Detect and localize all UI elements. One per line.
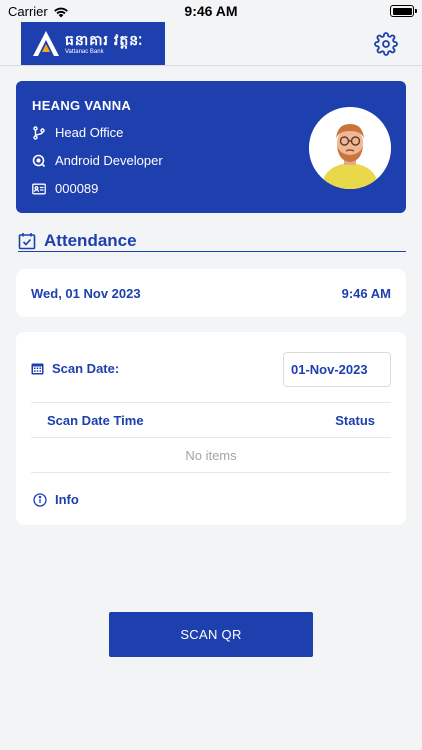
current-time: 9:46 AM [341,286,391,301]
calendar-check-icon [18,232,36,249]
empty-state-text: No items [31,438,391,473]
scan-date-label-group: Scan Date: [31,361,119,376]
scan-history-card: Scan Date: Scan Date Time Status No item… [16,332,406,525]
bank-logo: ធនាគារ វត្តនៈ Vattanac Bank [21,22,165,65]
branch-label: Head Office [55,125,124,140]
app-header: ធនាគារ វត្តនៈ Vattanac Bank [0,22,422,66]
branch-icon [33,125,45,140]
logo-khmer-text: ធនាគារ វត្តនៈ [65,31,144,48]
gear-icon[interactable] [374,32,398,56]
scan-table-header: Scan Date Time Status [31,402,391,438]
scan-qr-button[interactable]: SCAN QR [109,612,313,657]
current-date: Wed, 01 Nov 2023 [31,286,141,301]
info-label: Info [55,492,79,507]
battery-icon [390,5,417,17]
calendar-icon [31,363,44,375]
employee-name: HEANG VANNA [32,98,132,113]
column-status: Status [335,413,375,428]
avatar [309,107,391,189]
current-datetime-card: Wed, 01 Nov 2023 9:46 AM [16,269,406,317]
profile-card: HEANG VANNA Head Office Android Develope… [16,81,406,213]
scan-date-input[interactable] [283,352,391,387]
employee-id-row: 000089 [32,181,98,196]
position-icon [32,154,46,167]
scan-date-label: Scan Date: [52,361,120,376]
info-icon [33,492,47,507]
position-row: Android Developer [32,153,163,168]
branch-row: Head Office [32,125,123,140]
info-link[interactable]: Info [33,492,79,507]
logo-sub-text: Vattanac Bank [65,48,104,55]
attendance-title: Attendance [44,230,137,250]
employee-id-label: 000089 [55,181,99,196]
status-time: 9:46 AM [184,3,238,19]
status-bar: Carrier 9:46 AM [0,0,422,22]
attendance-section-title: Attendance [18,230,406,252]
position-label: Android Developer [55,153,163,168]
logo-mark-icon [33,30,59,56]
column-scan-date-time: Scan Date Time [47,413,144,428]
id-card-icon [32,183,46,194]
attendance-screen: Carrier 9:46 AM ធនាគារ វត្តនៈ Vattanac B… [0,0,422,750]
